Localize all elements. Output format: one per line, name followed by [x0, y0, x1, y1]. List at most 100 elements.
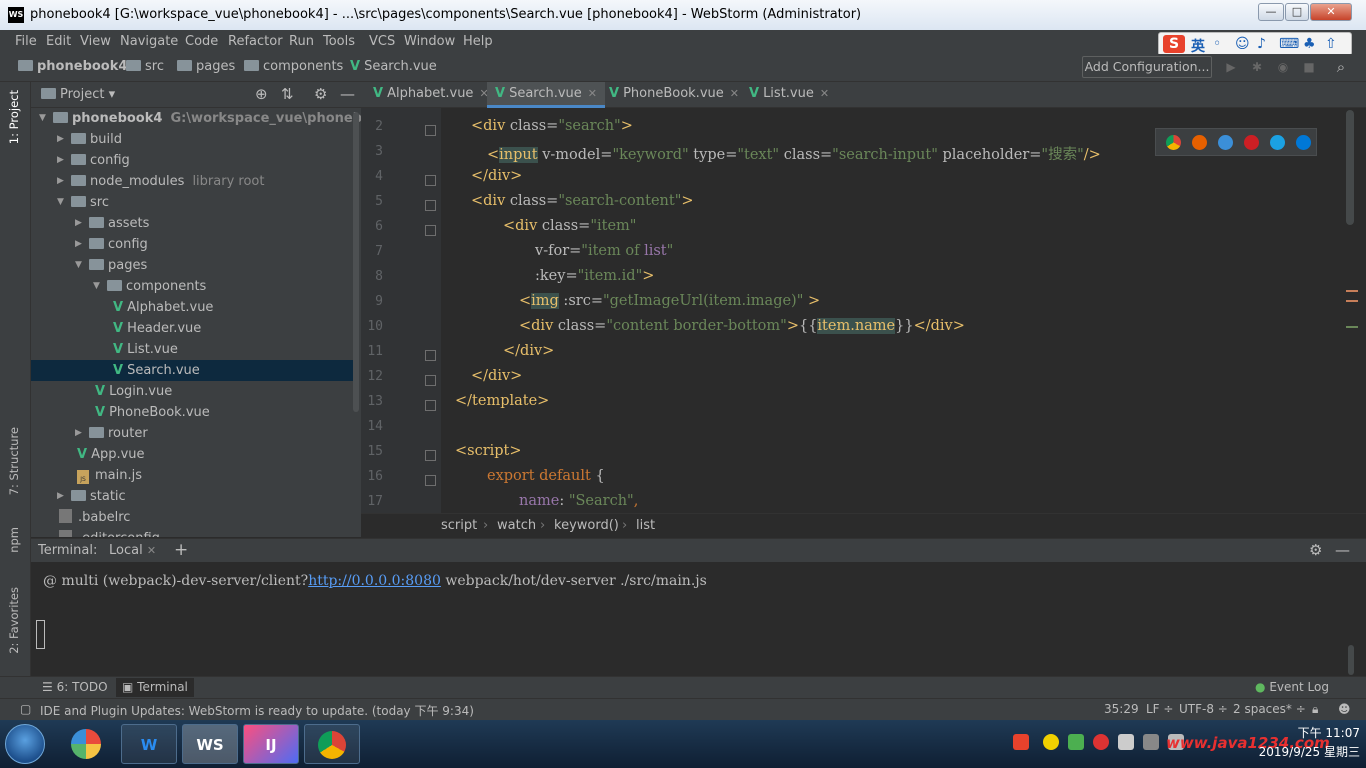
chevron-right-icon[interactable]: ▶ [75, 423, 82, 444]
search-icon[interactable]: ⌕ [1334, 60, 1348, 75]
gear-icon[interactable]: ⚙ [314, 85, 327, 103]
tree-item-phonebook4[interactable]: ▼ phonebook4 G:\workspace_vue\phonebook4 [31, 108, 361, 129]
editor-scroll-thumb[interactable] [1346, 110, 1354, 225]
code-crumb-keyword[interactable]: keyword() [554, 518, 619, 533]
close-button[interactable]: ✕ [1310, 3, 1352, 21]
maximize-button[interactable]: □ [1285, 3, 1309, 21]
hide-panel-icon[interactable]: — [340, 85, 355, 103]
breadcrumb-pages[interactable]: pages [177, 59, 235, 74]
code-editor[interactable] [441, 108, 1346, 513]
code-crumb-list[interactable]: list [636, 518, 655, 533]
tab-structure[interactable]: 7: Structure [7, 427, 21, 495]
tree-item-static[interactable]: ▶ static [31, 486, 353, 507]
run-icon[interactable]: ▶ [1224, 60, 1238, 74]
status-message[interactable]: IDE and Plugin Updates: WebStorm is read… [40, 702, 474, 719]
tree-item-main-js[interactable]: JS main.js [31, 465, 353, 486]
menu-navigate[interactable]: Navigate [120, 34, 178, 49]
menu-edit[interactable]: Edit [46, 34, 71, 49]
system-clock[interactable]: 下午 11:07 2019/9/25 星期三 [1230, 724, 1360, 762]
cursor-position[interactable]: 35:29 [1104, 702, 1139, 716]
code-crumb-script[interactable]: script [441, 518, 477, 533]
fold-marker-icon[interactable] [425, 175, 436, 186]
fold-marker-icon[interactable] [425, 450, 436, 461]
add-terminal-icon[interactable]: + [174, 540, 188, 560]
tab-favorites[interactable]: 2: Favorites [7, 587, 21, 654]
safari-icon[interactable] [1218, 135, 1233, 150]
tree-item-config[interactable]: ▶ config [31, 150, 353, 171]
tray-app-icon[interactable] [1093, 734, 1109, 750]
ime-mic-icon[interactable]: ♪ [1257, 36, 1266, 52]
terminal-tab-local[interactable]: Local ✕ [109, 543, 156, 558]
tree-item-app-vue[interactable]: V App.vue [31, 444, 353, 465]
breadcrumb-src[interactable]: src [126, 59, 164, 74]
tray-shield-icon[interactable] [1068, 734, 1084, 750]
taskbar-webstorm-button[interactable]: WS [182, 724, 238, 764]
add-configuration-button[interactable]: Add Configuration... [1082, 56, 1212, 78]
tree-item-node-modules[interactable]: ▶ node_modules library root [31, 171, 353, 192]
menu-help[interactable]: Help [463, 34, 493, 49]
breadcrumb-components[interactable]: components [244, 59, 343, 74]
menu-tools[interactable]: Tools [323, 34, 355, 49]
chevron-right-icon[interactable]: ▶ [57, 171, 64, 192]
chevron-right-icon[interactable]: ▶ [57, 486, 64, 507]
tab-npm[interactable]: npm [7, 527, 21, 553]
tab-todo[interactable]: ☰ 6: TODO [42, 680, 108, 694]
ime-punct-icon[interactable]: ◦ [1213, 36, 1221, 52]
ime-tools-icon[interactable]: ⇧ [1325, 36, 1337, 52]
tree-item-search-vue[interactable]: V Search.vue [31, 360, 353, 381]
menu-run[interactable]: Run [289, 34, 314, 49]
tree-item-list-vue[interactable]: V List.vue [31, 339, 353, 360]
tree-item-assets[interactable]: ▶ assets [31, 213, 353, 234]
ime-skin-icon[interactable]: ♣ [1303, 36, 1316, 52]
firefox-icon[interactable] [1192, 135, 1207, 150]
menu-code[interactable]: Code [185, 34, 218, 49]
minimize-button[interactable]: — [1258, 3, 1284, 21]
tree-item-config[interactable]: ▶ config [31, 234, 353, 255]
tab-search-vue[interactable]: V Search.vue ✕ [487, 82, 606, 108]
ime-emoji-icon[interactable]: ☺ [1235, 36, 1250, 52]
tray-flag-icon[interactable] [1143, 734, 1159, 750]
tree-item-build[interactable]: ▶ build [31, 129, 353, 150]
terminal-output[interactable]: @ multi (webpack)-dev-server/client?http… [31, 562, 1346, 675]
tray-network-icon[interactable] [1118, 734, 1134, 750]
ie-icon[interactable] [1270, 135, 1285, 150]
start-button[interactable] [5, 724, 45, 764]
coverage-icon[interactable]: ◉ [1276, 60, 1290, 74]
fold-marker-icon[interactable] [425, 400, 436, 411]
lock-icon[interactable]: 🔒︎ [1312, 702, 1318, 717]
fold-marker-icon[interactable] [425, 125, 436, 136]
stop-icon[interactable]: ■ [1302, 60, 1316, 74]
tab-event-log[interactable]: ● Event Log [1255, 680, 1329, 694]
close-tab-icon[interactable]: ✕ [820, 87, 829, 100]
indent-setting[interactable]: 2 spaces* ÷ [1233, 702, 1306, 716]
taskbar-chrome-button[interactable] [304, 724, 360, 764]
menu-file[interactable]: File [15, 34, 37, 49]
file-encoding[interactable]: UTF-8 ÷ [1179, 702, 1228, 716]
tab-alphabet-vue[interactable]: V Alphabet.vue ✕ [365, 82, 497, 108]
tree-item-phonebook-vue[interactable]: V PhoneBook.vue [31, 402, 353, 423]
ime-toolbar[interactable]: S 英 ◦ ☺ ♪ ⌨ ♣ ⇧ [1158, 32, 1352, 56]
chevron-right-icon[interactable]: ▶ [75, 213, 82, 234]
debug-icon[interactable]: ✱ [1250, 60, 1264, 74]
fold-marker-icon[interactable] [425, 375, 436, 386]
tab-terminal[interactable]: ▣ Terminal [116, 678, 194, 697]
menu-window[interactable]: Window [404, 34, 455, 49]
chevron-right-icon[interactable]: ▶ [57, 150, 64, 171]
tray-sogou-icon[interactable] [1013, 734, 1029, 750]
tray-plus-icon[interactable] [1043, 734, 1059, 750]
breadcrumb-project[interactable]: phonebook4 [18, 59, 127, 74]
chevron-down-icon[interactable]: ▼ [75, 255, 82, 276]
hide-panel-icon[interactable]: — [1335, 541, 1350, 559]
chevron-down-icon[interactable]: ▼ [93, 276, 100, 297]
close-tab-icon[interactable]: ✕ [730, 87, 739, 100]
tree-item-router[interactable]: ▶ router [31, 423, 353, 444]
chevron-down-icon[interactable]: ▼ [57, 192, 64, 213]
photo-app-icon[interactable] [58, 724, 114, 764]
chevron-right-icon[interactable]: ▶ [75, 234, 82, 255]
locate-icon[interactable]: ⊕ [255, 85, 268, 103]
fold-marker-icon[interactable] [425, 225, 436, 236]
terminal-scroll-thumb[interactable] [1348, 645, 1354, 675]
tab-project[interactable]: 1: Project [7, 90, 21, 144]
opera-icon[interactable] [1244, 135, 1259, 150]
breadcrumb-file[interactable]: V Search.vue [350, 59, 437, 74]
